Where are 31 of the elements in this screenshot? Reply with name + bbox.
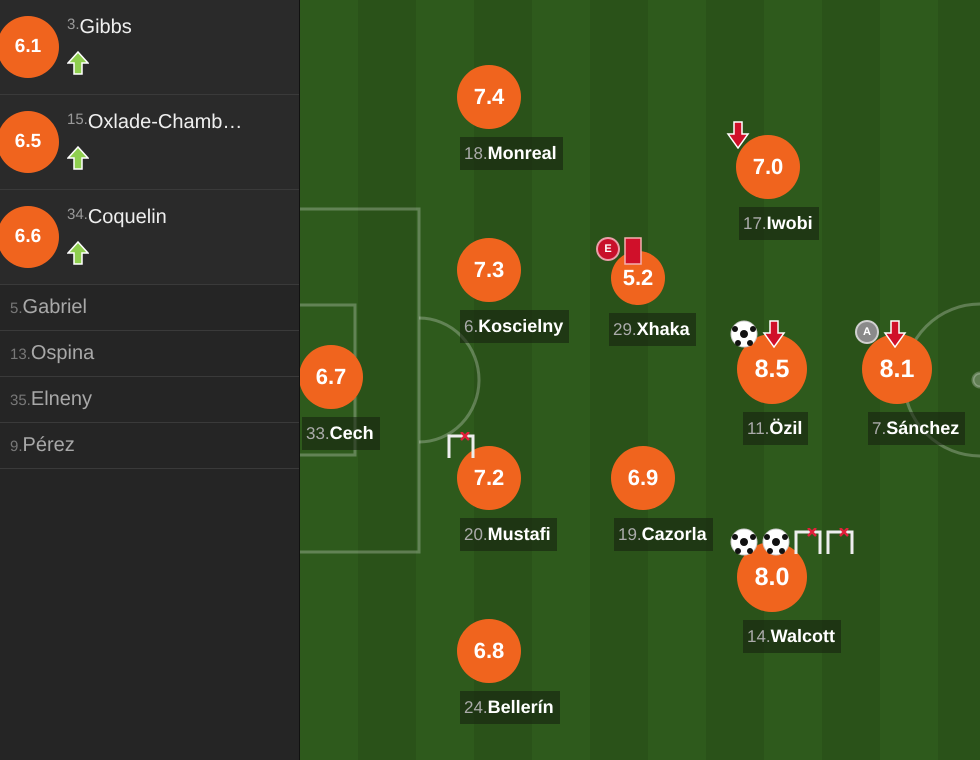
ball-icon [730, 528, 758, 556]
bench-row[interactable]: 35.Elneny [0, 377, 299, 423]
player-name: 9.Pérez [10, 434, 75, 457]
player-name: 19.Cazorla [614, 518, 713, 551]
card-icon [624, 237, 642, 265]
player-name: 5.Gabriel [10, 296, 87, 319]
player-name: 14.Walcott [743, 620, 841, 653]
player-name: 13.Ospina [10, 342, 94, 365]
player-name: 29.Xhaka [609, 313, 696, 346]
bench-row[interactable]: 5.Gabriel [0, 285, 299, 331]
sub-off-arrow-icon [726, 121, 750, 149]
goal-frame-icon [794, 528, 822, 554]
sub-off-arrow-icon [762, 320, 786, 348]
goal-frame-icon [826, 528, 854, 554]
player-name: 7.Sánchez [868, 412, 966, 445]
rating-badge: 6.5 [0, 111, 59, 173]
player-name: 17.Iwobi [739, 207, 819, 240]
ball-icon [730, 320, 758, 348]
player-name: 11.Özil [743, 412, 808, 445]
rating-badge: 6.1 [0, 16, 59, 78]
bench-row[interactable]: 9.Pérez [0, 423, 299, 469]
sub-off-arrow-icon [883, 320, 907, 348]
player-name: 35.Elneny [10, 388, 92, 411]
player-name: 18.Monreal [460, 137, 563, 170]
player-name: 24.Bellerín [460, 691, 560, 724]
rating-badge: 6.6 [0, 206, 59, 268]
goal-frame-icon [447, 432, 475, 458]
player-name: 6.Koscielny [460, 310, 570, 343]
bench-row[interactable]: 13.Ospina [0, 331, 299, 377]
player-name: 20.Mustafi [460, 518, 557, 551]
player-name: 33.Cech [302, 417, 380, 450]
